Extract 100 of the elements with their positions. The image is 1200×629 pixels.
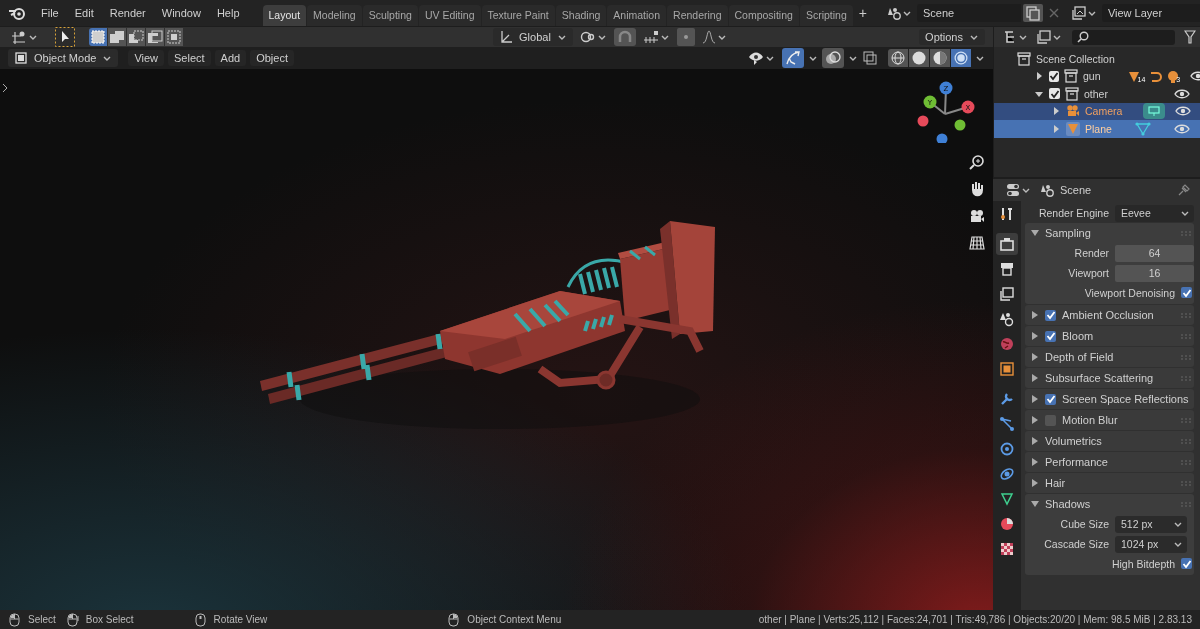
- number-field[interactable]: 64: [1115, 244, 1194, 262]
- size-dropdown[interactable]: 1024 px: [1115, 535, 1187, 553]
- panel-header[interactable]: Ambient Occlusion: [1025, 305, 1194, 325]
- panel-title: Bloom: [1062, 330, 1094, 342]
- disclosure-triangle-icon[interactable]: [1031, 479, 1039, 487]
- disclosure-triangle-icon[interactable]: [1031, 500, 1039, 508]
- selection-mode-icon[interactable]: [146, 28, 164, 46]
- shading-mode-icon[interactable]: [951, 49, 971, 67]
- size-dropdown[interactable]: 512 px: [1115, 515, 1187, 533]
- workspace-tab[interactable]: Animation: [607, 5, 667, 26]
- menu-item[interactable]: Help: [209, 4, 247, 22]
- selection-mode-icon[interactable]: [89, 28, 107, 46]
- outliner-row[interactable]: other: [994, 85, 1200, 103]
- snap-toggle[interactable]: [613, 28, 636, 46]
- selection-mode-icon[interactable]: [108, 28, 126, 46]
- disclosure-triangle-icon[interactable]: [1031, 353, 1039, 361]
- search-field[interactable]: [1072, 29, 1175, 45]
- checkbox[interactable]: [1045, 393, 1056, 405]
- render-engine-dropdown[interactable]: Eevee: [1115, 204, 1194, 222]
- workspace-tab[interactable]: Compositing: [728, 5, 799, 26]
- workspace-tab[interactable]: Sculpting: [362, 5, 418, 26]
- mode-dropdown[interactable]: Object Mode: [8, 49, 119, 67]
- outliner-row[interactable]: Scene Collection: [994, 50, 1200, 68]
- menu-item[interactable]: Object: [250, 50, 294, 66]
- pin-icon[interactable]: [1178, 184, 1190, 196]
- select-tool-button[interactable]: [55, 27, 75, 47]
- panel-header[interactable]: Bloom: [1025, 326, 1194, 346]
- disclosure-triangle-icon[interactable]: [1031, 332, 1039, 340]
- panel-title: Screen Space Reflections: [1062, 393, 1189, 405]
- view-layer-field[interactable]: View Layer: [1101, 4, 1200, 22]
- number-field[interactable]: 16: [1115, 264, 1194, 282]
- disclosure-triangle-icon[interactable]: [1031, 395, 1039, 403]
- disclosure-triangle-icon[interactable]: [1031, 437, 1039, 445]
- menu-item[interactable]: Add: [214, 50, 247, 66]
- shading-mode-icon[interactable]: [930, 49, 950, 67]
- grid-icon[interactable]: [969, 235, 985, 251]
- panel-header[interactable]: Sampling: [1025, 223, 1194, 243]
- eye-icon[interactable]: [1175, 105, 1192, 118]
- scene-field[interactable]: Scene: [916, 4, 1021, 22]
- checkbox[interactable]: [1049, 88, 1060, 100]
- checkbox[interactable]: [1045, 414, 1056, 426]
- disclosure-triangle-icon[interactable]: [1031, 416, 1039, 424]
- disclosure-triangle-icon[interactable]: [1031, 229, 1039, 237]
- overlay-toggle[interactable]: [822, 48, 844, 68]
- bulb-count-icon[interactable]: [1166, 69, 1180, 83]
- menu-item[interactable]: File: [34, 4, 66, 22]
- curve-icon[interactable]: [1149, 69, 1163, 83]
- panel-header[interactable]: Subsurface Scattering: [1025, 368, 1194, 388]
- shading-mode-icon[interactable]: [888, 49, 908, 67]
- hand-icon[interactable]: [969, 181, 985, 197]
- workspace-tab[interactable]: UV Editing: [418, 5, 481, 26]
- selection-mode-icon[interactable]: [165, 28, 183, 46]
- menu-item[interactable]: Window: [154, 4, 208, 22]
- proportional-edit-icon[interactable]: [676, 28, 695, 46]
- panel-header[interactable]: Screen Space Reflections: [1025, 389, 1194, 409]
- panel-header[interactable]: Performance: [1025, 452, 1194, 472]
- orientation-dropdown[interactable]: Global: [493, 28, 573, 46]
- camera-icon[interactable]: [969, 208, 985, 224]
- shortcut-hint: Rotate View: [213, 614, 268, 625]
- duplicate-icon[interactable]: [1022, 4, 1043, 22]
- workspace-tab[interactable]: Layout: [262, 5, 307, 26]
- panel-header[interactable]: Shadows: [1025, 494, 1194, 514]
- gizmo-toggle[interactable]: [782, 48, 804, 68]
- workspace-tab[interactable]: Shading: [555, 5, 607, 26]
- options-dropdown[interactable]: Options: [919, 29, 985, 45]
- xray-toggle-icon[interactable]: [862, 50, 878, 66]
- workspace-tab[interactable]: Scripting: [799, 5, 853, 26]
- list-tree-icon: [1003, 30, 1017, 44]
- disclosure-triangle-icon[interactable]: [1031, 458, 1039, 466]
- app-logo-icon[interactable]: [8, 5, 26, 21]
- panel-title: Depth of Field: [1045, 351, 1114, 363]
- camera-data-icon[interactable]: [1143, 103, 1166, 120]
- workspace-tab[interactable]: Texture Paint: [481, 5, 555, 26]
- workspace-tab[interactable]: Rendering: [667, 5, 728, 26]
- menu-item[interactable]: Edit: [67, 4, 101, 22]
- disclosure-triangle-icon[interactable]: [1034, 71, 1044, 82]
- sidebar-toggle-icon[interactable]: [1, 83, 9, 93]
- panel-header[interactable]: Motion Blur: [1025, 410, 1194, 430]
- disclosure-triangle-icon[interactable]: [1051, 106, 1061, 117]
- selection-mode-icon[interactable]: [127, 28, 145, 46]
- menu-item[interactable]: Render: [102, 4, 153, 22]
- disclosure-triangle-icon[interactable]: [1031, 374, 1039, 382]
- filter-icon[interactable]: [1184, 30, 1196, 44]
- outliner-row[interactable]: Camera: [994, 102, 1200, 120]
- checkbox[interactable]: [1049, 70, 1059, 82]
- properties-tab-icon[interactable]: [996, 233, 1018, 255]
- menu-item[interactable]: View: [128, 50, 165, 66]
- shading-mode-icon[interactable]: [909, 49, 929, 67]
- eye-pointer-icon: [748, 51, 764, 65]
- checkbox[interactable]: [1045, 330, 1056, 342]
- zoom-icon[interactable]: [969, 154, 985, 170]
- panel-header[interactable]: Depth of Field: [1025, 347, 1194, 367]
- add-workspace-button[interactable]: +: [853, 3, 872, 23]
- eye-icon[interactable]: [1174, 87, 1190, 100]
- checkbox[interactable]: [1045, 309, 1056, 321]
- panel-header[interactable]: Volumetrics: [1025, 431, 1194, 451]
- workspace-tab[interactable]: Modeling: [307, 5, 362, 26]
- panel-header[interactable]: Hair: [1025, 473, 1194, 493]
- menu-item[interactable]: Select: [168, 50, 211, 66]
- disclosure-triangle-icon[interactable]: [1031, 311, 1039, 319]
